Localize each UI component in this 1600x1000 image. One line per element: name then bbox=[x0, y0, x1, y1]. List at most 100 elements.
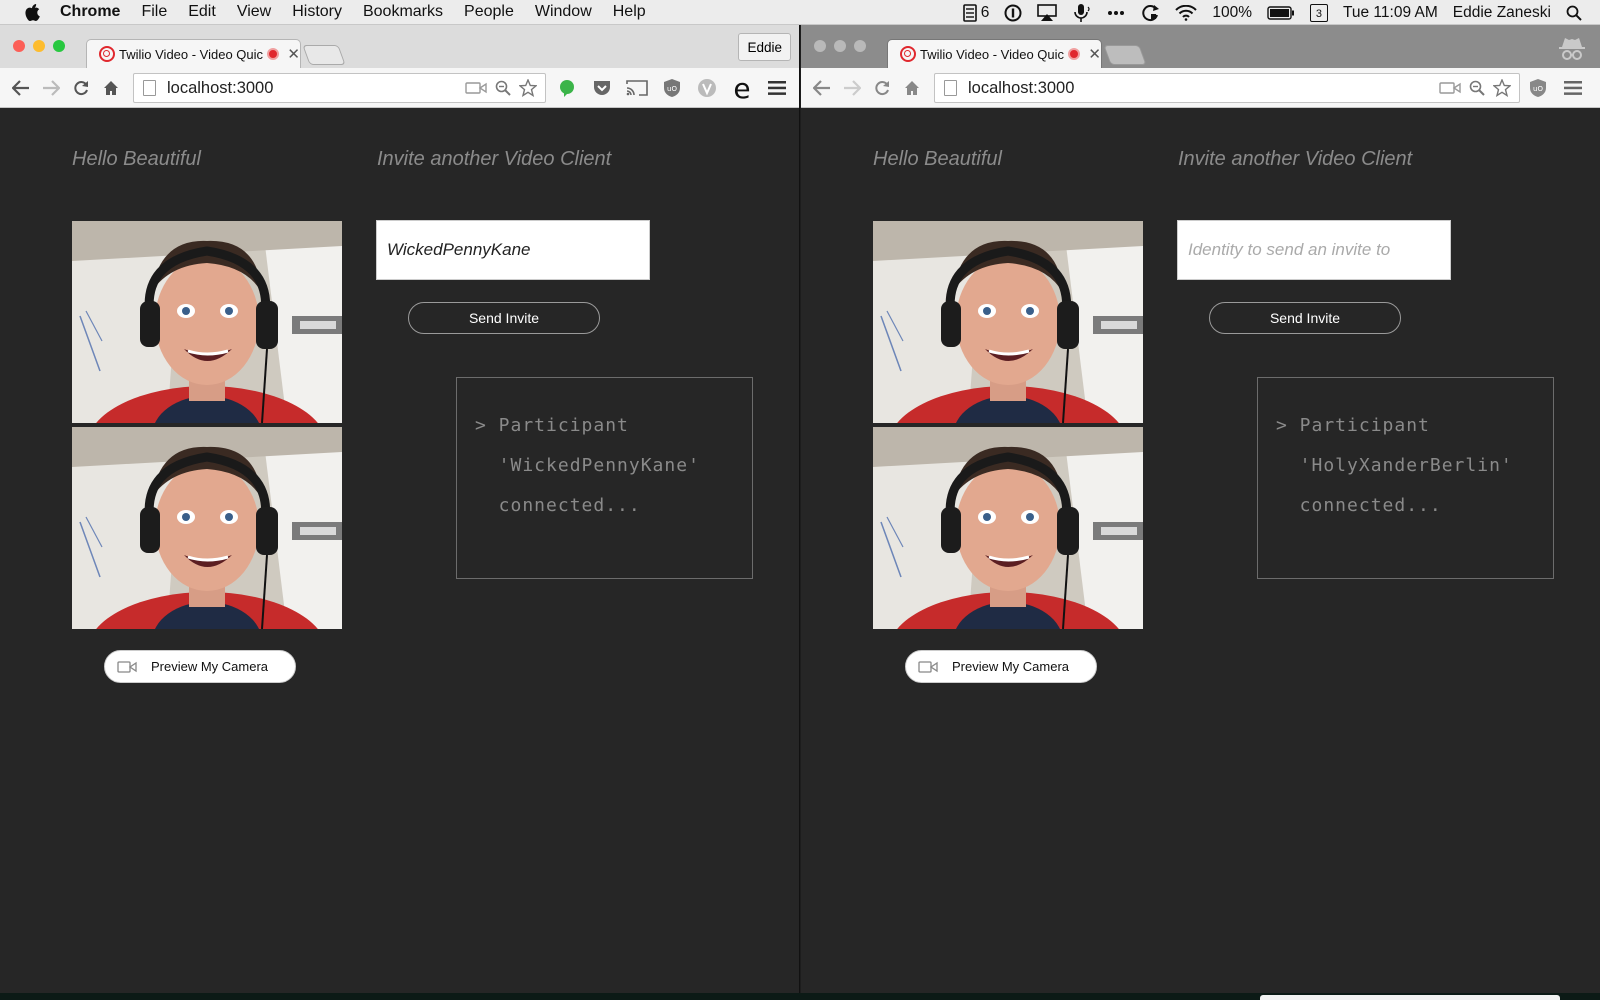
log-line: > Participant bbox=[475, 415, 629, 436]
incognito-icon bbox=[1556, 33, 1588, 65]
window-close-button[interactable] bbox=[13, 40, 25, 52]
airplay-icon[interactable] bbox=[1037, 3, 1058, 22]
invite-heading: Invite another Video Client bbox=[377, 148, 612, 170]
new-tab-button[interactable] bbox=[1103, 45, 1147, 65]
pocket-icon[interactable] bbox=[590, 76, 614, 100]
window-zoom-button[interactable] bbox=[854, 40, 866, 52]
home-icon[interactable] bbox=[897, 73, 927, 103]
address-bar[interactable]: localhost:3000 bbox=[133, 73, 546, 103]
back-arrow-icon[interactable] bbox=[6, 73, 36, 103]
log-line: > Participant bbox=[1276, 415, 1430, 436]
zoom-icon[interactable] bbox=[1469, 80, 1485, 96]
tab-twilio-video[interactable]: Twilio Video - Video Quickstart ✕ bbox=[86, 39, 301, 68]
menu-view[interactable]: View bbox=[237, 3, 271, 21]
zoom-icon[interactable] bbox=[495, 80, 511, 96]
window-controls bbox=[13, 40, 65, 52]
tab-title: Twilio Video - Video Quickstart bbox=[920, 46, 1065, 62]
new-tab-button[interactable] bbox=[302, 45, 346, 65]
invite-identity-input[interactable] bbox=[376, 220, 650, 280]
log-line: connected... bbox=[475, 495, 641, 516]
chrome-menu-icon[interactable] bbox=[1561, 76, 1585, 100]
calendar-icon[interactable]: 3 bbox=[1309, 3, 1328, 22]
menubar-clock[interactable]: Tue 11:09 AM bbox=[1343, 4, 1438, 22]
microphone-icon[interactable] bbox=[1072, 3, 1092, 23]
background-window-edge bbox=[1260, 995, 1560, 1000]
preview-camera-label: Preview My Camera bbox=[952, 659, 1070, 674]
log-line: 'WickedPennyKane' bbox=[475, 455, 700, 476]
forward-arrow-icon[interactable] bbox=[36, 73, 66, 103]
reload-icon[interactable] bbox=[867, 73, 897, 103]
window-minimize-button[interactable] bbox=[834, 40, 846, 52]
forward-arrow-icon[interactable] bbox=[837, 73, 867, 103]
grammarly-icon[interactable] bbox=[555, 76, 579, 100]
tab-twilio-video[interactable]: Twilio Video - Video Quickstart ✕ bbox=[887, 39, 1102, 68]
page-content: Hello Beautiful Invite another Video Cli… bbox=[801, 109, 1600, 1000]
ublock-icon[interactable]: uO bbox=[660, 76, 684, 100]
bookmark-star-icon[interactable] bbox=[1493, 79, 1511, 97]
recording-indicator-icon bbox=[1068, 48, 1081, 60]
invite-heading: Invite another Video Client bbox=[1178, 148, 1413, 170]
profile-button[interactable]: Eddie bbox=[738, 33, 791, 61]
desktop-edge bbox=[0, 993, 1600, 1000]
preview-camera-button[interactable]: Preview My Camera bbox=[905, 650, 1097, 683]
invite-identity-input[interactable] bbox=[1177, 220, 1451, 280]
svg-text:uO: uO bbox=[1533, 85, 1543, 93]
tab-title: Twilio Video - Video Quickstart bbox=[119, 46, 264, 62]
menu-app-chrome[interactable]: Chrome bbox=[60, 3, 120, 21]
status-menus: 6 100% 3 Tue 11:09 AM Eddie Zaneski bbox=[962, 0, 1582, 25]
window-close-button[interactable] bbox=[814, 40, 826, 52]
activity-log: > Participant 'WickedPennyKane' connecte… bbox=[456, 377, 753, 579]
menu-edit[interactable]: Edit bbox=[188, 3, 216, 21]
ublock-icon[interactable]: uO bbox=[1526, 76, 1550, 100]
apple-logo-icon[interactable] bbox=[22, 2, 42, 22]
menu-help[interactable]: Help bbox=[613, 3, 646, 21]
remote-video bbox=[72, 427, 342, 629]
wifi-icon[interactable] bbox=[1175, 4, 1198, 21]
menu-bookmarks[interactable]: Bookmarks bbox=[363, 3, 443, 21]
send-invite-button[interactable]: Send Invite bbox=[1209, 302, 1401, 334]
tab-close-icon[interactable]: ✕ bbox=[287, 45, 300, 63]
reload-icon[interactable] bbox=[66, 73, 96, 103]
tab-strip: Twilio Video - Video Quickstart ✕ bbox=[801, 25, 1600, 68]
camera-blocked-icon[interactable] bbox=[465, 81, 487, 95]
page-icon bbox=[143, 80, 156, 96]
window-controls bbox=[814, 40, 866, 52]
bookmark-star-icon[interactable] bbox=[519, 79, 537, 97]
sync-icon[interactable] bbox=[1140, 3, 1160, 23]
recording-indicator-icon bbox=[267, 48, 280, 60]
window-zoom-button[interactable] bbox=[53, 40, 65, 52]
cast-icon[interactable] bbox=[625, 76, 649, 100]
menu-file[interactable]: File bbox=[141, 3, 167, 21]
camera-blocked-icon[interactable] bbox=[1439, 81, 1461, 95]
url-text[interactable]: localhost:3000 bbox=[167, 79, 465, 98]
window-minimize-button[interactable] bbox=[33, 40, 45, 52]
twilio-favicon-icon bbox=[99, 46, 115, 62]
menu-people[interactable]: People bbox=[464, 3, 514, 21]
macos-menu-bar: Chrome File Edit View History Bookmarks … bbox=[0, 0, 1600, 25]
log-line: 'HolyXanderBerlin' bbox=[1276, 455, 1513, 476]
notes-count-icon[interactable]: 6 bbox=[962, 3, 990, 22]
browser-toolbar: localhost:3000 uO e bbox=[0, 68, 799, 108]
browser-toolbar: localhost:3000 uO bbox=[801, 68, 1600, 108]
home-icon[interactable] bbox=[96, 73, 126, 103]
tab-close-icon[interactable]: ✕ bbox=[1088, 45, 1101, 63]
menubar-user[interactable]: Eddie Zaneski bbox=[1453, 4, 1551, 22]
log-line: connected... bbox=[1276, 495, 1442, 516]
battery-icon[interactable] bbox=[1267, 5, 1295, 20]
back-arrow-icon[interactable] bbox=[807, 73, 837, 103]
preview-camera-label: Preview My Camera bbox=[151, 659, 269, 674]
e-extension-icon[interactable]: e bbox=[730, 72, 754, 105]
menu-history[interactable]: History bbox=[292, 3, 342, 21]
send-invite-button[interactable]: Send Invite bbox=[408, 302, 600, 334]
preview-camera-button[interactable]: Preview My Camera bbox=[104, 650, 296, 683]
notes-count-badge: 6 bbox=[980, 3, 990, 21]
address-bar[interactable]: localhost:3000 bbox=[934, 73, 1520, 103]
chrome-menu-icon[interactable] bbox=[765, 76, 789, 100]
more-icon[interactable] bbox=[1107, 10, 1125, 16]
url-text[interactable]: localhost:3000 bbox=[968, 79, 1439, 98]
spotlight-search-icon[interactable] bbox=[1566, 5, 1582, 21]
menu-window[interactable]: Window bbox=[535, 3, 592, 21]
twilio-favicon-icon bbox=[900, 46, 916, 62]
vimium-icon[interactable] bbox=[695, 76, 719, 100]
1password-icon[interactable] bbox=[1004, 4, 1022, 22]
